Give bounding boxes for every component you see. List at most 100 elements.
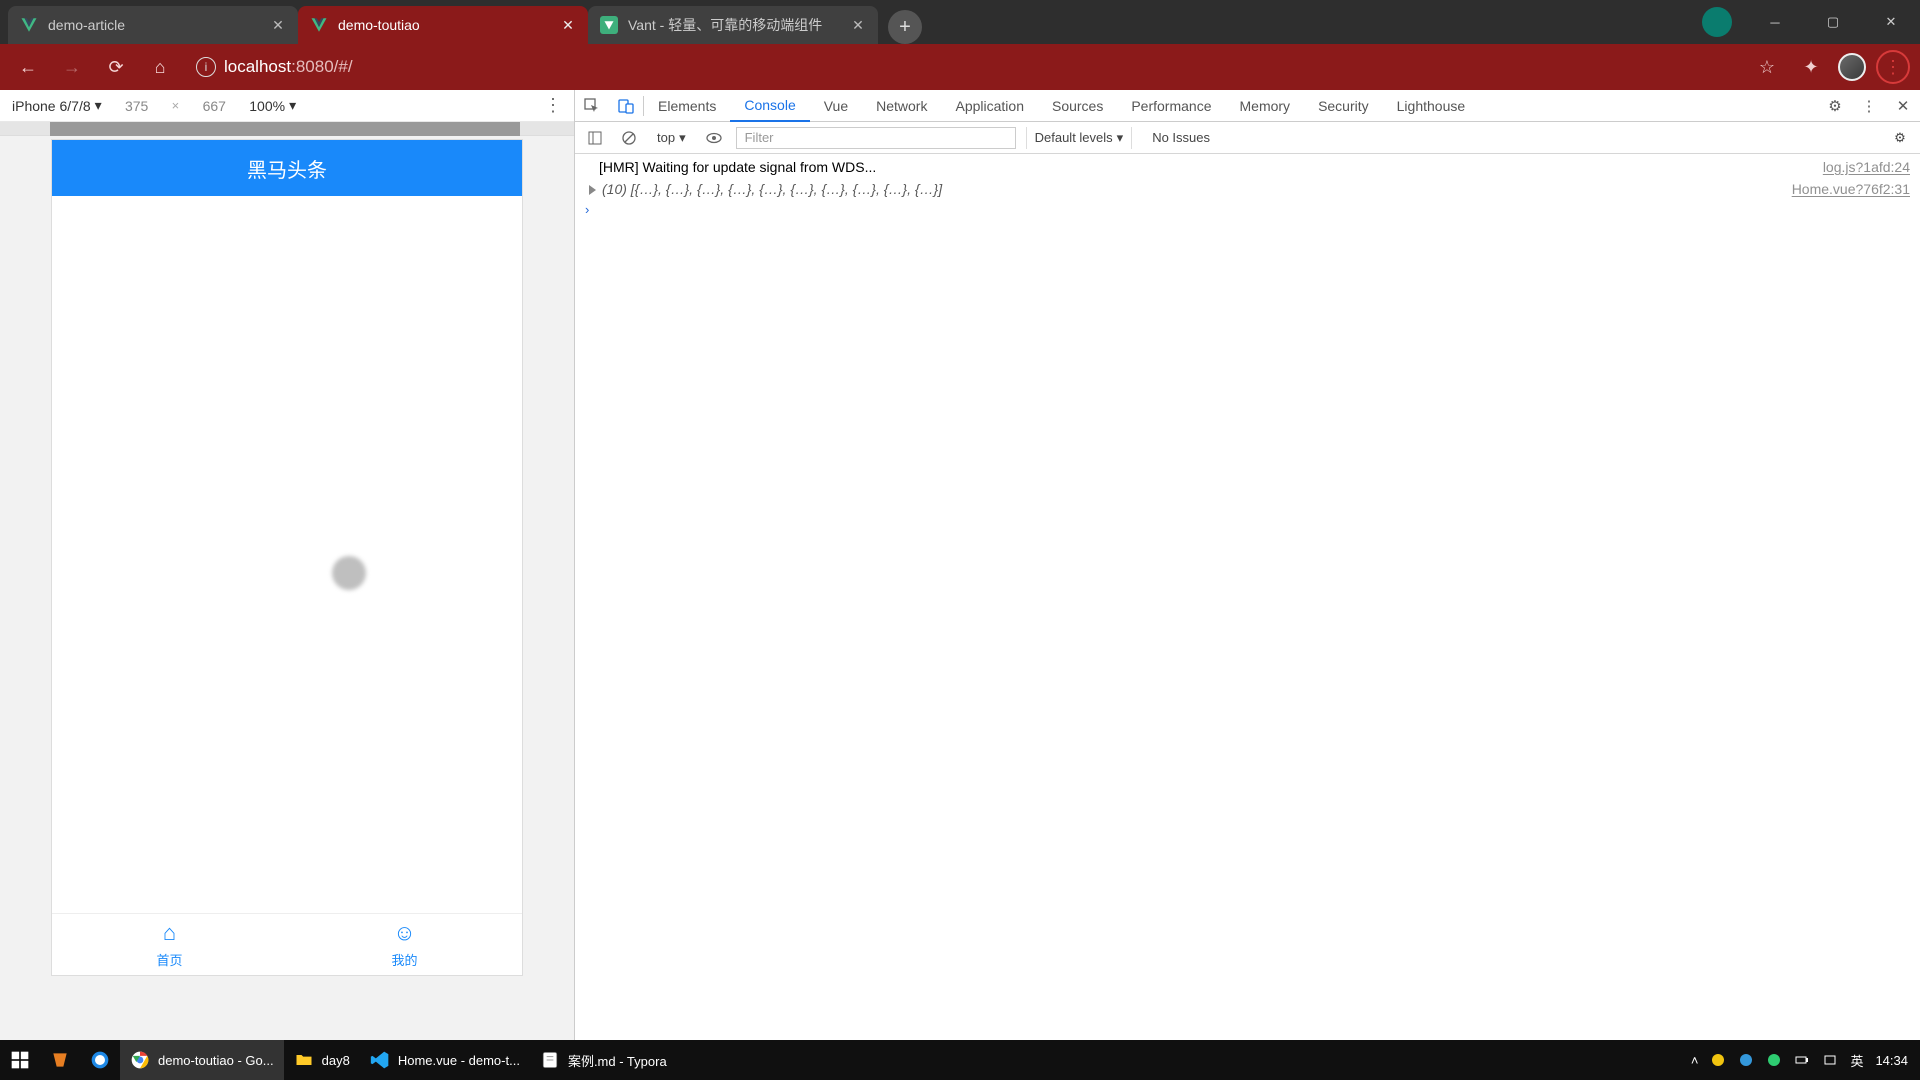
chevron-down-icon: ▾ xyxy=(1117,130,1124,146)
touch-indicator xyxy=(332,556,366,590)
zoom-value: 100% xyxy=(249,98,285,114)
home-icon: ⌂ xyxy=(163,920,176,946)
app-tab-home[interactable]: ⌂ 首页 xyxy=(52,914,287,975)
new-tab-button[interactable]: + xyxy=(888,10,922,44)
devtools-more-button[interactable]: ⋮ xyxy=(1852,90,1886,122)
chevron-down-icon: ▾ xyxy=(679,130,686,146)
tray-chevron-icon[interactable]: ˄ xyxy=(1691,1053,1699,1068)
live-expression-button[interactable] xyxy=(702,126,726,150)
tray-icon[interactable] xyxy=(1822,1052,1838,1068)
browser-tab-1[interactable]: demo-toutiao ✕ xyxy=(298,6,588,44)
address-bar: ← → ⟳ ⌂ i localhost:8080/#/ ☆ ✦ ⋮ xyxy=(0,44,1920,90)
log-message: [HMR] Waiting for update signal from WDS… xyxy=(599,157,1823,177)
console-prompt[interactable]: › xyxy=(575,200,1920,219)
ime-indicator[interactable]: 英 xyxy=(1850,1051,1863,1070)
devtools-tab-application[interactable]: Application xyxy=(941,90,1038,122)
profile-avatar[interactable] xyxy=(1702,7,1732,37)
site-info-icon[interactable]: i xyxy=(196,57,216,77)
devtools-tab-network[interactable]: Network xyxy=(862,90,941,122)
minimize-button[interactable]: ─ xyxy=(1746,0,1804,44)
url-host: localhost xyxy=(224,57,291,76)
url-path: :8080/#/ xyxy=(291,57,352,76)
devtools-tab-elements[interactable]: Elements xyxy=(644,90,730,122)
browser-tab-2[interactable]: Vant - 轻量、可靠的移动端组件 ✕ xyxy=(588,6,878,44)
tab-title: demo-article xyxy=(48,17,260,33)
device-height-input[interactable]: 667 xyxy=(189,98,239,114)
back-button[interactable]: ← xyxy=(10,49,46,85)
devtools-tab-security[interactable]: Security xyxy=(1304,90,1383,122)
vant-icon xyxy=(600,16,618,34)
devtools-tab-vue[interactable]: Vue xyxy=(810,90,862,122)
taskbar-item-folder[interactable]: day8 xyxy=(284,1040,360,1080)
browser-menu-button[interactable]: ⋮ xyxy=(1876,50,1910,84)
bookmark-icon[interactable]: ☆ xyxy=(1750,50,1784,84)
clock[interactable]: 14:34 xyxy=(1875,1053,1908,1068)
taskbar-label: demo-toutiao - Go... xyxy=(158,1053,274,1068)
clear-console-button[interactable] xyxy=(617,126,641,150)
taskbar-label: 案例.md - Typora xyxy=(568,1051,667,1070)
user-avatar-icon[interactable] xyxy=(1838,53,1866,81)
phone-frame: 黑马头条 ⌂ 首页 ☺ 我的 xyxy=(52,140,522,975)
log-entry[interactable]: [HMR] Waiting for update signal from WDS… xyxy=(575,156,1920,178)
zoom-select[interactable]: 100% ▾ xyxy=(249,97,296,114)
close-icon[interactable]: ✕ xyxy=(850,17,866,33)
taskbar-app[interactable] xyxy=(40,1040,80,1080)
devtools-tab-memory[interactable]: Memory xyxy=(1226,90,1305,122)
extensions-icon[interactable]: ✦ xyxy=(1794,50,1828,84)
log-entry[interactable]: (10) [{…}, {…}, {…}, {…}, {…}, {…}, {…},… xyxy=(575,178,1920,200)
console-settings-button[interactable]: ⚙ xyxy=(1888,126,1912,150)
issues-button[interactable]: No Issues xyxy=(1142,130,1220,145)
device-preview-area: 黑马头条 ⌂ 首页 ☺ 我的 xyxy=(0,122,574,1040)
taskbar-app[interactable] xyxy=(80,1040,120,1080)
browser-tab-0[interactable]: demo-article ✕ xyxy=(8,6,298,44)
browser-tabbar: demo-article ✕ demo-toutiao ✕ Vant - 轻量、… xyxy=(0,0,1920,44)
taskbar-item-vscode[interactable]: Home.vue - demo-t... xyxy=(360,1040,530,1080)
devtools-tab-performance[interactable]: Performance xyxy=(1117,90,1225,122)
tray-icon[interactable] xyxy=(1794,1052,1810,1068)
expand-icon[interactable] xyxy=(589,185,596,195)
app-tabbar: ⌂ 首页 ☺ 我的 xyxy=(52,913,522,975)
log-source-link[interactable]: Home.vue?76f2:31 xyxy=(1792,179,1910,199)
app-body[interactable] xyxy=(52,196,522,913)
log-source-link[interactable]: log.js?1afd:24 xyxy=(1823,157,1910,177)
start-button[interactable] xyxy=(0,1040,40,1080)
taskbar-item-chrome[interactable]: demo-toutiao - Go... xyxy=(120,1040,284,1080)
app-tab-mine[interactable]: ☺ 我的 xyxy=(287,914,522,975)
tab-title: Vant - 轻量、可靠的移动端组件 xyxy=(628,15,840,35)
device-width-input[interactable]: 375 xyxy=(112,98,162,114)
tab-title: demo-toutiao xyxy=(338,17,550,33)
console-sidebar-toggle[interactable] xyxy=(583,126,607,150)
toggle-device-button[interactable] xyxy=(609,90,643,122)
vue-icon xyxy=(310,16,328,34)
url-input[interactable]: i localhost:8080/#/ xyxy=(186,50,1742,84)
forward-button[interactable]: → xyxy=(54,49,90,85)
close-icon[interactable]: ✕ xyxy=(560,17,576,33)
console-context-select[interactable]: top ▾ xyxy=(651,130,692,146)
console-output[interactable]: [HMR] Waiting for update signal from WDS… xyxy=(575,154,1920,1040)
devtools-tab-lighthouse[interactable]: Lighthouse xyxy=(1383,90,1480,122)
maximize-button[interactable]: ▢ xyxy=(1804,0,1862,44)
log-levels-select[interactable]: Default levels ▾ xyxy=(1026,127,1133,149)
close-icon[interactable]: ✕ xyxy=(270,17,286,33)
app-title: 黑马头条 xyxy=(247,154,327,183)
devtools-tab-console[interactable]: Console xyxy=(730,90,809,122)
inspect-element-button[interactable] xyxy=(575,90,609,122)
app-header: 黑马头条 xyxy=(52,140,522,196)
device-select[interactable]: iPhone 6/7/8 ▾ xyxy=(12,97,102,114)
home-button[interactable]: ⌂ xyxy=(142,49,178,85)
tray-icon[interactable] xyxy=(1710,1052,1726,1068)
reload-button[interactable]: ⟳ xyxy=(98,49,134,85)
tray-icon[interactable] xyxy=(1766,1052,1782,1068)
devtools-tab-sources[interactable]: Sources xyxy=(1038,90,1117,122)
taskbar-item-typora[interactable]: 案例.md - Typora xyxy=(530,1040,677,1080)
log-message: (10) [{…}, {…}, {…}, {…}, {…}, {…}, {…},… xyxy=(589,179,1792,199)
system-tray: ˄ 英 14:34 xyxy=(1679,1051,1920,1070)
tray-icon[interactable] xyxy=(1738,1052,1754,1068)
devtools-settings-button[interactable]: ⚙ xyxy=(1818,90,1852,122)
close-window-button[interactable]: ✕ xyxy=(1862,0,1920,44)
device-more-button[interactable]: ⋮ xyxy=(544,95,562,116)
taskbar-label: day8 xyxy=(322,1053,350,1068)
devtools-close-button[interactable]: ✕ xyxy=(1886,90,1920,122)
console-filter-input[interactable]: Filter xyxy=(736,127,1016,149)
ruler xyxy=(0,122,574,136)
